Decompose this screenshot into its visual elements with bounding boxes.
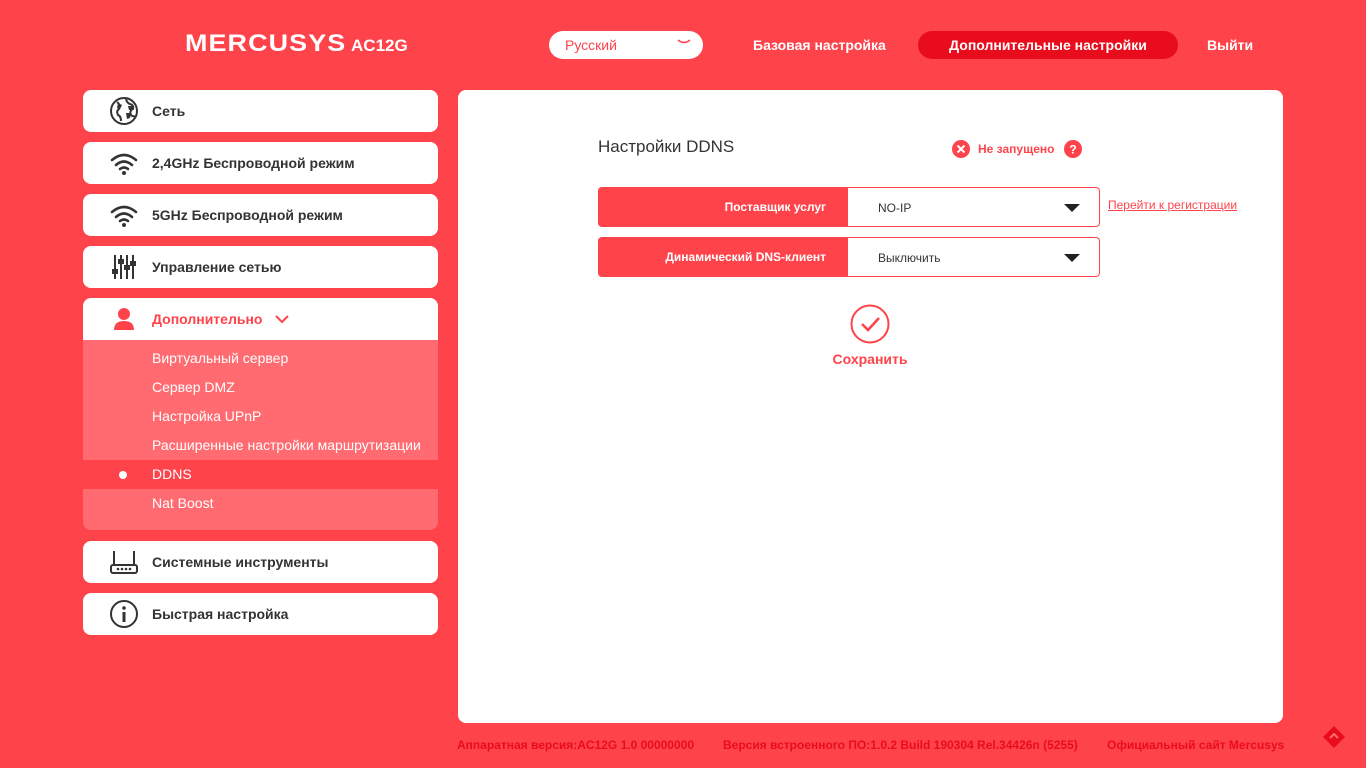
selected-dot-icon [119, 471, 127, 479]
sidebar-item-label: Быстрая настройка [152, 606, 289, 622]
user-icon [109, 304, 139, 334]
sidebar-item-label: Управление сетью [152, 259, 282, 275]
sidebar-item-advanced[interactable]: Дополнительно [83, 298, 438, 340]
router-icon [109, 547, 139, 577]
model-name: AC12G [351, 36, 408, 55]
svg-text:?: ? [1069, 143, 1076, 157]
provider-select[interactable]: NO-IP [848, 187, 1100, 227]
sidebar-item-wireless-24[interactable]: 2,4GHz Беспроводной режим [83, 142, 438, 184]
provider-value: NO-IP [878, 201, 912, 215]
dns-client-select[interactable]: Выключить [848, 237, 1100, 277]
provider-row: Поставщик услуг NO-IP [598, 187, 1100, 227]
sidebar-item-label: Системные инструменты [152, 554, 329, 570]
submenu-item-upnp[interactable]: Настройка UPnP [83, 402, 438, 431]
brand-name: MERCUSYS [185, 30, 347, 57]
sidebar-item-system-tools[interactable]: Системные инструменты [83, 541, 438, 583]
submenu-item-ddns[interactable]: DDNS [83, 460, 438, 489]
chevron-down-icon [275, 315, 290, 324]
register-link[interactable]: Перейти к регистрации [1108, 198, 1237, 212]
submenu-item-dmz[interactable]: Сервер DMZ [83, 373, 438, 402]
sliders-icon [109, 252, 139, 282]
official-site-link[interactable]: Официальный сайт Mercusys [1107, 738, 1284, 752]
error-icon [952, 140, 970, 158]
dns-client-label: Динамический DNS-клиент [598, 237, 848, 277]
logo: MERCUSYS AC12G [185, 30, 408, 58]
chat-icon[interactable] [1321, 724, 1347, 750]
wifi-icon [109, 200, 139, 230]
dns-client-value: Выключить [878, 251, 941, 265]
sidebar-item-wireless-5[interactable]: 5GHz Беспроводной режим [83, 194, 438, 236]
globe-icon [109, 96, 139, 126]
sidebar-item-label: 2,4GHz Беспроводной режим [152, 155, 355, 171]
sidebar-item-label: Сеть [152, 103, 186, 119]
dropdown-arrow-icon [1064, 204, 1080, 212]
help-icon[interactable]: ? [1064, 140, 1082, 158]
submenu-item-advanced-routing[interactable]: Расширенные настройки маршрутизации [83, 431, 438, 460]
submenu-item-nat-boost[interactable]: Nat Boost [83, 489, 438, 518]
dropdown-arrow-icon [1064, 254, 1080, 262]
sidebar-item-label: 5GHz Беспроводной режим [152, 207, 343, 223]
hardware-version: Аппаратная версия:AC12G 1.0 00000000 [457, 738, 694, 752]
main-panel: Настройки DDNS Не запущено ? Поставщик у… [458, 90, 1283, 723]
firmware-version: Версия встроенного ПО:1.0.2 Build 190304… [723, 738, 1078, 752]
submenu-item-label: DDNS [152, 466, 192, 482]
sidebar-item-network-control[interactable]: Управление сетью [83, 246, 438, 288]
page-title: Настройки DDNS [598, 137, 735, 156]
wifi-icon [109, 148, 139, 178]
sidebar-item-network[interactable]: Сеть [83, 90, 438, 132]
sidebar-item-label: Дополнительно [152, 311, 263, 327]
advanced-submenu: Виртуальный сервер Сервер DMZ Настройка … [83, 340, 438, 530]
chevron-down-icon [677, 39, 691, 44]
save-button[interactable]: Сохранить [830, 304, 910, 367]
save-label: Сохранить [832, 351, 908, 367]
status-text: Не запущено [978, 142, 1055, 156]
logout-button[interactable]: Выйти [1207, 31, 1253, 59]
language-select[interactable]: Русский [549, 31, 703, 59]
nav-advanced-settings[interactable]: Дополнительные настройки [918, 31, 1178, 59]
status-badge: Не запущено [952, 140, 1054, 158]
nav-basic-settings[interactable]: Базовая настройка [753, 31, 886, 59]
submenu-item-virtual-server[interactable]: Виртуальный сервер [83, 344, 438, 373]
provider-label: Поставщик услуг [598, 187, 848, 227]
checkmark-icon [850, 304, 890, 344]
sidebar-item-quick-setup[interactable]: Быстрая настройка [83, 593, 438, 635]
dns-client-row: Динамический DNS-клиент Выключить [598, 237, 1100, 277]
language-value: Русский [565, 37, 617, 53]
info-icon [109, 599, 139, 629]
